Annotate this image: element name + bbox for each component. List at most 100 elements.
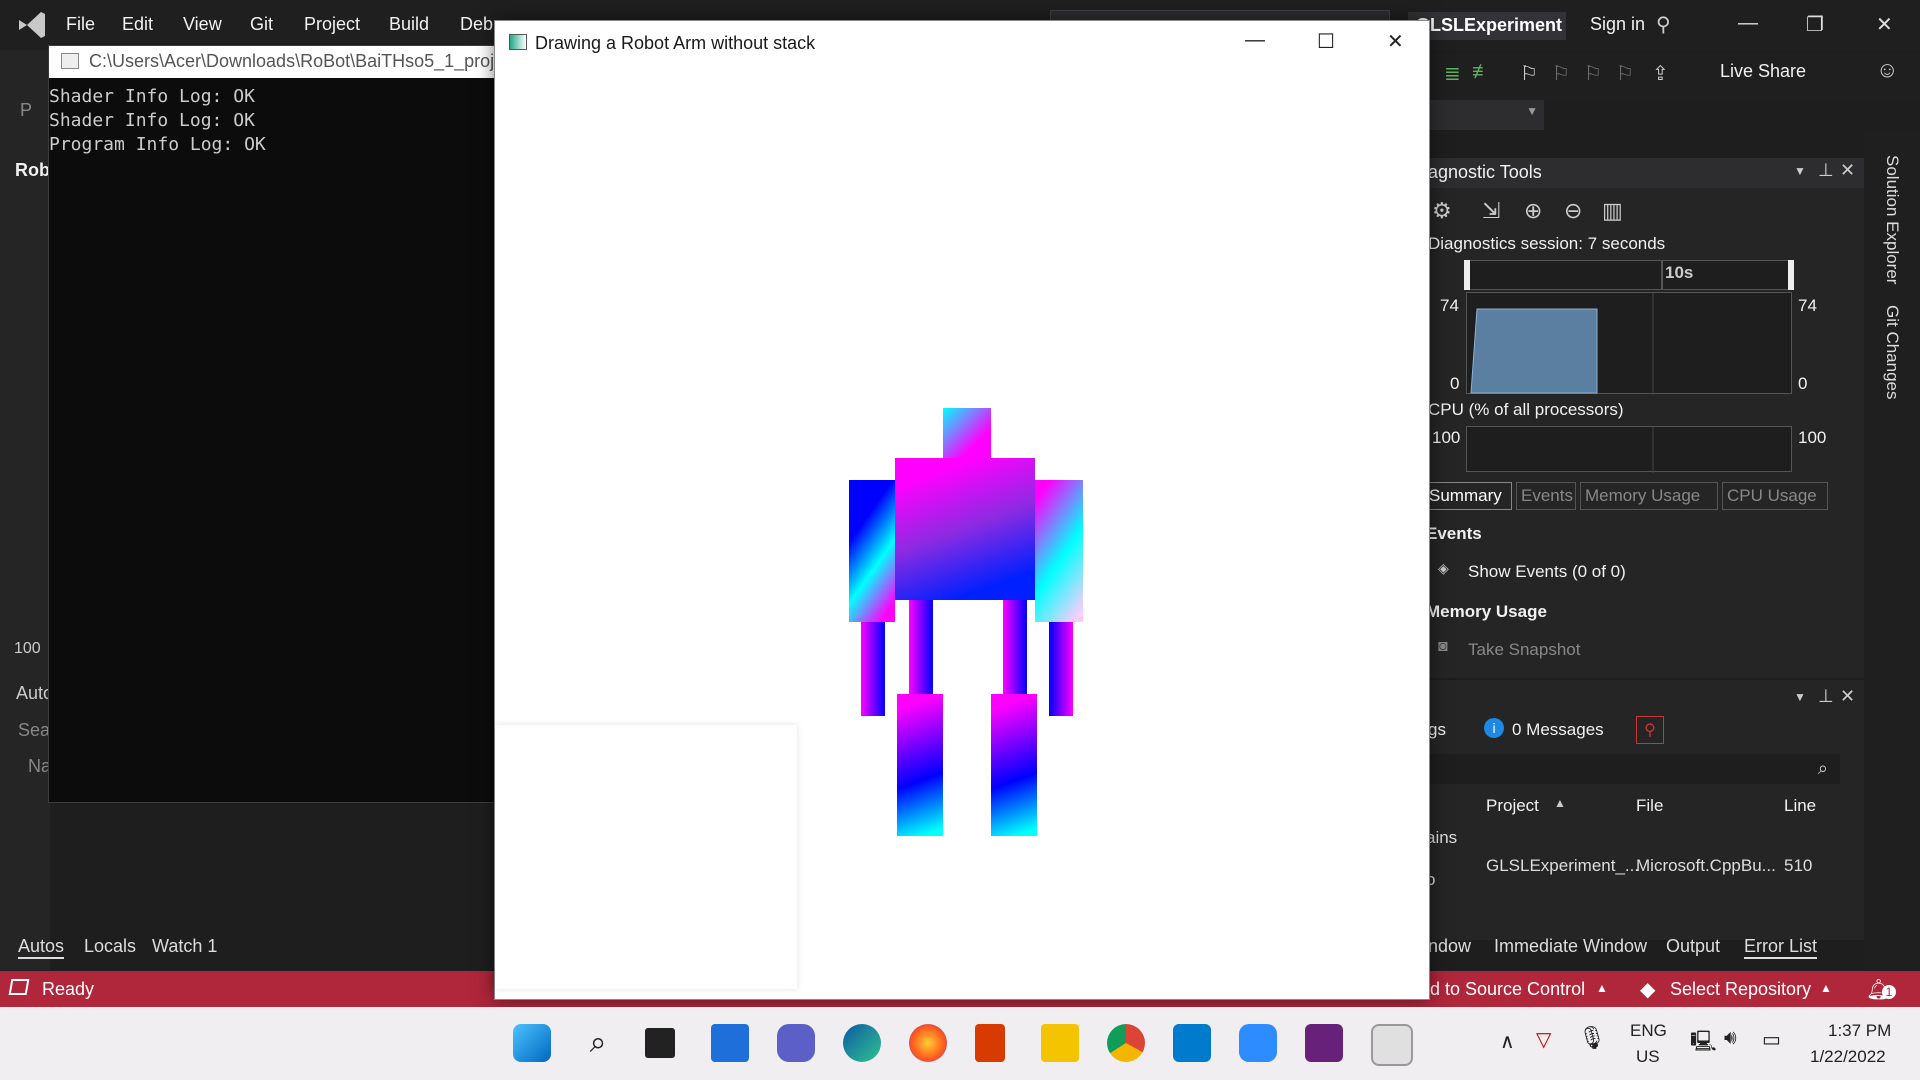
share-icon[interactable]: ⇪	[1652, 61, 1669, 86]
memory-y-min-right: 0	[1798, 374, 1808, 393]
robot-left-shin	[897, 694, 943, 836]
tab-locals[interactable]: Locals	[84, 936, 136, 957]
toolbar-fragment: P	[20, 100, 33, 120]
battery-icon[interactable]: ▭	[1762, 1027, 1781, 1052]
menu-edit[interactable]: Edit	[122, 14, 153, 35]
task-view-icon[interactable]	[645, 1028, 675, 1058]
close-icon[interactable]: ✕	[1840, 160, 1855, 181]
chevron-up-icon[interactable]: ∧	[1500, 1029, 1515, 1054]
bookmark-prev-icon[interactable]: ⚐	[1552, 61, 1570, 86]
firefox-icon[interactable]	[909, 1024, 947, 1062]
file-explorer-icon[interactable]	[1041, 1024, 1079, 1062]
visual-studio-icon[interactable]	[1305, 1024, 1343, 1062]
menu-file[interactable]: File	[66, 14, 95, 35]
close-icon[interactable]: ✕	[1876, 12, 1893, 37]
git-changes-tab[interactable]: Git Changes	[1882, 305, 1902, 400]
pin-icon[interactable]: ⊥	[1818, 686, 1834, 707]
chat-icon[interactable]	[777, 1024, 815, 1062]
volume-icon[interactable]: 🔊︎	[1724, 1027, 1737, 1050]
start-icon[interactable]	[513, 1024, 551, 1062]
tab-events[interactable]: Events	[1516, 482, 1576, 510]
chevron-down-icon[interactable]: ▼	[1794, 164, 1806, 178]
reset-zoom-icon[interactable]: ▥	[1602, 198, 1623, 224]
messages-filter[interactable]: 0 Messages	[1512, 720, 1604, 740]
left-panel: P Rob 100 Auto Sea Na	[0, 50, 53, 970]
live-share-button[interactable]: Live Share	[1720, 61, 1806, 82]
zoom-in-icon[interactable]: ⊕	[1524, 198, 1542, 224]
column-file[interactable]: File	[1636, 796, 1663, 816]
minimize-icon[interactable]: —	[1245, 29, 1265, 52]
office-icon[interactable]	[975, 1024, 1005, 1062]
tab-autos[interactable]: Autos	[18, 936, 65, 959]
tab-error-list[interactable]: Error List	[1744, 936, 1818, 959]
language-primary[interactable]: ENG	[1630, 1021, 1667, 1041]
tab-watch-1[interactable]: Watch 1	[152, 936, 217, 957]
menu-project[interactable]: Project	[304, 14, 360, 35]
console-window[interactable]: C:\Users\Acer\Downloads\RoBot\BaiTHso5_1…	[48, 45, 498, 803]
indent-icon[interactable]: ≣	[1444, 61, 1461, 86]
tab-immediate-window[interactable]: Immediate Window	[1494, 936, 1647, 957]
sign-in-link[interactable]: Sign in	[1590, 14, 1645, 35]
bookmark-clear-icon[interactable]: ⚐	[1616, 61, 1634, 86]
table-row[interactable]: GLSLExperiment_... Microsoft.CppBu... 51…	[1424, 846, 1840, 906]
robot-window[interactable]: Drawing a Robot Arm without stack — ☐ ✕	[494, 20, 1430, 1000]
error-search-input[interactable]: ⌕	[1424, 754, 1840, 784]
search-icon[interactable]: ⌕	[579, 1024, 617, 1062]
outdent-icon[interactable]: ≢	[1472, 61, 1492, 84]
close-icon[interactable]: ✕	[1387, 29, 1404, 54]
solution-explorer-tab[interactable]: Solution Explorer	[1882, 155, 1902, 284]
export-icon[interactable]: ⇲	[1482, 198, 1500, 224]
network-icon[interactable]: 🖳︎	[1690, 1027, 1717, 1061]
tab-memory-usage[interactable]: Memory Usage	[1580, 482, 1718, 510]
menu-build[interactable]: Build	[389, 14, 429, 35]
show-events-link[interactable]: Show Events (0 of 0)	[1468, 562, 1626, 582]
microphone-icon[interactable]: 🎙︎	[1578, 1025, 1606, 1051]
console-title-text: C:\Users\Acer\Downloads\RoBot\BaiTHso5_1…	[89, 51, 497, 71]
warnings-filter[interactable]: gs	[1428, 720, 1446, 740]
tab-cpu-usage[interactable]: CPU Usage	[1722, 482, 1828, 510]
bookmark-icon[interactable]: ⚐	[1520, 61, 1538, 86]
menu-git[interactable]: Git	[250, 14, 273, 35]
platform-dropdown[interactable]: ▼	[1424, 100, 1544, 130]
settings-icon[interactable]: ⚙	[1432, 198, 1452, 224]
menu-view[interactable]: View	[183, 14, 222, 35]
timeline-ruler[interactable]: 10s	[1464, 260, 1794, 290]
autos-search[interactable]: Sea	[18, 720, 50, 741]
timeline-start-handle[interactable]	[1464, 260, 1470, 290]
maximize-icon[interactable]: ☐	[1317, 29, 1335, 54]
chrome-icon[interactable]	[1107, 1024, 1145, 1062]
select-repository[interactable]: Select Repository	[1670, 979, 1811, 1000]
minimize-icon[interactable]: —	[1738, 12, 1758, 35]
column-line[interactable]: Line	[1784, 796, 1816, 816]
clock-date[interactable]: 1/22/2022	[1810, 1047, 1886, 1067]
chevron-down-icon: ▼	[1526, 104, 1538, 118]
visual-studio-logo-icon[interactable]	[15, 8, 49, 42]
filter-icon[interactable]: ⚲	[1636, 716, 1664, 744]
add-to-source-control[interactable]: d to Source Control	[1430, 979, 1585, 1000]
tray-app-icon[interactable]: ▽	[1536, 1027, 1551, 1052]
vscode-icon[interactable]	[1173, 1024, 1211, 1062]
opengl-app-icon[interactable]	[1371, 1024, 1413, 1066]
error-list-panel: ▼ ⊥ ✕ gs i 0 Messages ⚲ ⌕ Project ▲ File…	[1424, 680, 1864, 940]
tab-summary[interactable]: Summary	[1424, 482, 1512, 510]
timeline-end-handle[interactable]	[1788, 260, 1794, 290]
take-snapshot-button[interactable]: Take Snapshot	[1468, 640, 1580, 660]
widgets-icon[interactable]	[711, 1024, 749, 1062]
zoom-icon[interactable]	[1239, 1024, 1277, 1062]
ready-icon	[8, 979, 30, 995]
restore-icon[interactable]: ❐	[1806, 12, 1824, 37]
close-icon[interactable]: ✕	[1840, 686, 1855, 707]
column-project[interactable]: Project	[1486, 796, 1539, 816]
feedback-icon[interactable]: ☺	[1876, 57, 1898, 83]
clock-time[interactable]: 1:37 PM	[1828, 1021, 1891, 1041]
account-icon[interactable]: ⚲	[1656, 12, 1671, 37]
tab-output[interactable]: Output	[1666, 936, 1720, 957]
robot-window-titlebar: Drawing a Robot Arm without stack — ☐ ✕	[495, 21, 1429, 65]
bookmark-next-icon[interactable]: ⚐	[1584, 61, 1602, 86]
language-region[interactable]: US	[1636, 1047, 1660, 1067]
zoom-out-icon[interactable]: ⊖	[1564, 198, 1582, 224]
edge-icon[interactable]	[843, 1024, 881, 1062]
tab-command-window[interactable]: ndow	[1428, 936, 1471, 957]
chevron-down-icon[interactable]: ▼	[1794, 690, 1806, 704]
pin-icon[interactable]: ⊥	[1818, 160, 1834, 181]
